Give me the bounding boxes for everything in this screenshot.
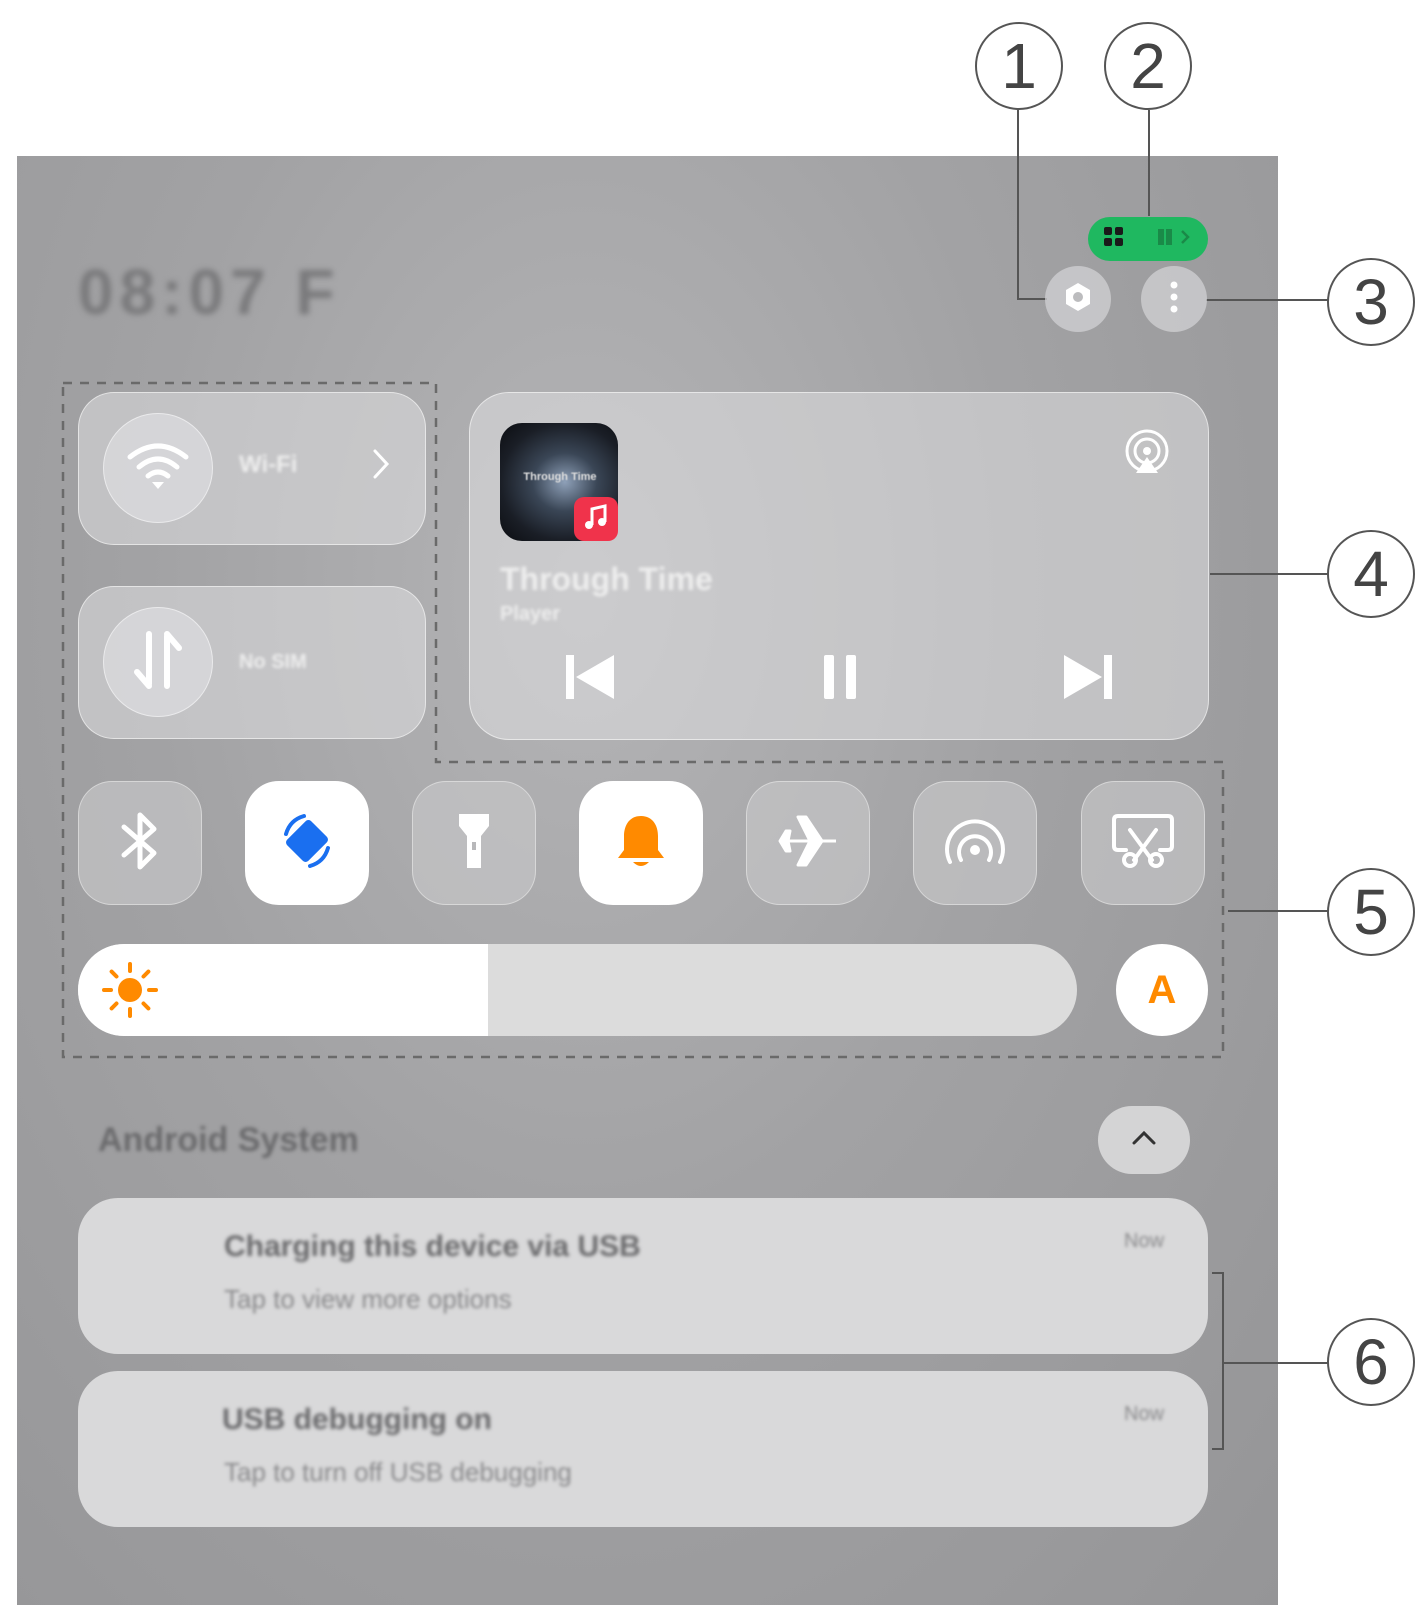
airplane-mode-tile[interactable] [746, 781, 870, 905]
callout-1: 1 [975, 22, 1063, 110]
mobile-data-label: No SIM [239, 651, 307, 673]
notification-title: Charging this device via USB [224, 1230, 641, 1263]
callout-6: 6 [1327, 1318, 1415, 1406]
callout-3-label: 3 [1353, 266, 1389, 338]
grid-icon [1103, 226, 1125, 253]
notification-text: Tap to turn off USB debugging [224, 1457, 572, 1487]
bell-icon [615, 812, 667, 875]
music-app-badge [574, 497, 618, 541]
bluetooth-icon [118, 811, 162, 876]
media-player-card[interactable]: Through Time Through Time Player [469, 392, 1209, 740]
auto-brightness-label: A [1147, 967, 1177, 1012]
next-track-icon[interactable] [1060, 653, 1114, 706]
screenshot-tile[interactable] [1081, 781, 1205, 905]
notification-group-title: Android System [98, 1121, 359, 1159]
status-pill[interactable] [1088, 217, 1208, 261]
notification-usb-charging[interactable]: Charging this device via USB Tap to view… [78, 1198, 1208, 1354]
callout-1-label: 1 [1001, 30, 1037, 102]
auto-rotate-tile[interactable] [245, 781, 369, 905]
sun-icon [100, 960, 160, 1025]
more-options-button[interactable] [1141, 266, 1207, 332]
callout-2: 2 [1104, 22, 1192, 110]
callout-1-line [1017, 110, 1019, 300]
music-note-icon [583, 503, 609, 536]
screenshot-scissors-icon [1112, 812, 1174, 875]
notification-title: USB debugging on [222, 1403, 492, 1436]
callout-4: 4 [1327, 530, 1415, 618]
mobile-data-card[interactable]: No SIM [78, 586, 426, 739]
chevron-up-icon [1131, 1130, 1157, 1151]
auto-brightness-button[interactable]: A [1116, 944, 1208, 1036]
mobile-data-toggle[interactable] [103, 607, 213, 717]
callout-6-line [1224, 1362, 1328, 1364]
callout-2-label: 2 [1130, 30, 1166, 102]
previous-track-icon[interactable] [564, 653, 618, 706]
notification-time: Now [1124, 1403, 1165, 1425]
wifi-icon [126, 441, 190, 496]
callout-4-label: 4 [1353, 538, 1389, 610]
callout-1-line-h [1017, 298, 1047, 300]
battery-level-icon [1154, 226, 1194, 253]
more-vertical-icon [1169, 280, 1179, 319]
flashlight-tile[interactable] [412, 781, 536, 905]
auto-rotate-icon [276, 810, 338, 877]
collapse-group-button[interactable] [1098, 1106, 1190, 1174]
wifi-card[interactable]: Wi-Fi [78, 392, 426, 545]
callout-5-line [1228, 910, 1328, 912]
brightness-slider[interactable] [78, 944, 1077, 1036]
callout-6-bracket-bottom [1212, 1448, 1224, 1450]
hotspot-tile[interactable] [913, 781, 1037, 905]
callout-3: 3 [1327, 258, 1415, 346]
notification-text: Tap to view more options [224, 1284, 512, 1314]
notification-time: Now [1124, 1230, 1165, 1252]
clock: 08:07 F [78, 256, 341, 328]
gear-icon [1062, 281, 1094, 318]
notification-usb-debugging[interactable]: USB debugging on Tap to turn off USB deb… [78, 1371, 1208, 1527]
callout-5-label: 5 [1353, 876, 1389, 948]
callout-6-label: 6 [1353, 1326, 1389, 1398]
settings-button[interactable] [1045, 266, 1111, 332]
callout-2-line [1148, 110, 1150, 216]
callout-3-line [1206, 299, 1328, 301]
airplane-icon [776, 813, 840, 874]
wifi-toggle[interactable] [103, 413, 213, 523]
wifi-label: Wi-Fi [239, 451, 298, 478]
pause-icon[interactable] [822, 653, 858, 706]
callout-6-bracket-top [1212, 1272, 1224, 1274]
callout-6-bracket [1222, 1272, 1224, 1450]
chevron-right-icon[interactable] [371, 447, 391, 486]
sound-tile[interactable] [579, 781, 703, 905]
bluetooth-tile[interactable] [78, 781, 202, 905]
media-title: Through Time [500, 561, 713, 597]
mobile-data-icon [131, 630, 185, 695]
hotspot-icon [942, 816, 1008, 871]
callout-4-line [1210, 573, 1328, 575]
flashlight-icon [457, 810, 491, 877]
cast-icon[interactable] [1122, 429, 1172, 484]
media-artist: Player [500, 603, 561, 625]
album-art-text: Through Time [523, 471, 597, 483]
callout-5: 5 [1327, 868, 1415, 956]
